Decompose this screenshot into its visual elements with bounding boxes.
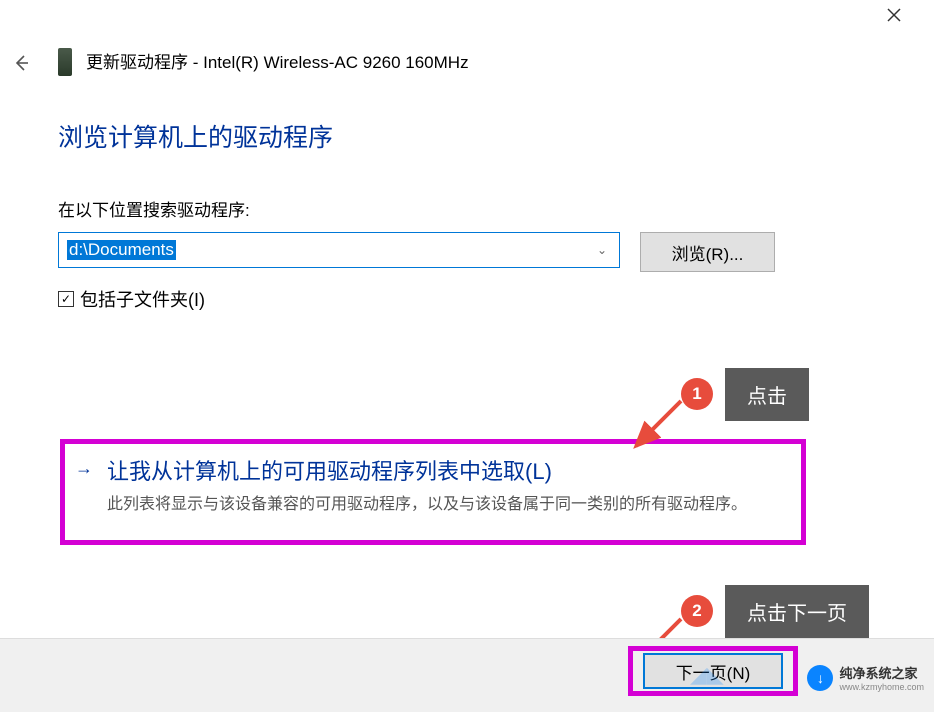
arrow-left-icon [12, 54, 30, 72]
next-button[interactable]: 下一页(N) [643, 653, 783, 689]
include-subfolders-row: ✓ 包括子文件夹(I) [58, 286, 205, 312]
close-icon [886, 7, 902, 23]
back-button[interactable] [12, 54, 32, 74]
driver-path-input[interactable]: d:\Documents ⌄ [58, 232, 620, 268]
watermark-text-block: 纯净系统之家 www.kzmyhome.com [839, 663, 924, 692]
pick-from-list-option[interactable]: → 让我从计算机上的可用驱动程序列表中选取(L) 此列表将显示与该设备兼容的可用… [60, 439, 806, 545]
browse-button[interactable]: 浏览(R)... [640, 232, 775, 272]
option-description: 此列表将显示与该设备兼容的可用驱动程序，以及与该设备属于同一类别的所有驱动程序。 [107, 492, 785, 518]
step-tooltip-2: 点击下一页 [725, 585, 869, 638]
next-button-label: 下一页(N) [676, 659, 751, 684]
include-subfolders-label: 包括子文件夹(I) [80, 286, 205, 312]
step-badge-1: 1 [681, 378, 713, 410]
watermark-brand: 纯净系统之家 [839, 663, 924, 682]
browse-button-label: 浏览(R)... [672, 240, 744, 265]
step-tooltip-1: 点击 [725, 368, 809, 421]
path-value: d:\Documents [67, 240, 176, 260]
include-subfolders-checkbox[interactable]: ✓ [58, 291, 74, 307]
step-badge-2: 2 [681, 595, 713, 627]
device-icon [58, 48, 72, 76]
watermark-icon: ↓ [807, 665, 833, 691]
search-location-label: 在以下位置搜索驱动程序: [58, 196, 250, 221]
watermark-url: www.kzmyhome.com [839, 682, 924, 692]
close-button[interactable] [879, 5, 909, 25]
arrow-right-icon: → [75, 458, 93, 479]
page-heading: 浏览计算机上的驱动程序 [58, 118, 333, 154]
option-title: 让我从计算机上的可用驱动程序列表中选取(L) [107, 454, 785, 486]
chevron-down-icon[interactable]: ⌄ [597, 243, 607, 257]
watermark: ↓ 纯净系统之家 www.kzmyhome.com [807, 663, 924, 692]
window-title: 更新驱动程序 - Intel(R) Wireless-AC 9260 160MH… [86, 48, 469, 73]
annotation-arrow-1 [626, 396, 686, 456]
title-prefix: 更新驱动程序 - [86, 53, 203, 72]
next-button-highlight: 下一页(N) [628, 646, 798, 696]
device-name: Intel(R) Wireless-AC 9260 160MHz [203, 53, 468, 72]
